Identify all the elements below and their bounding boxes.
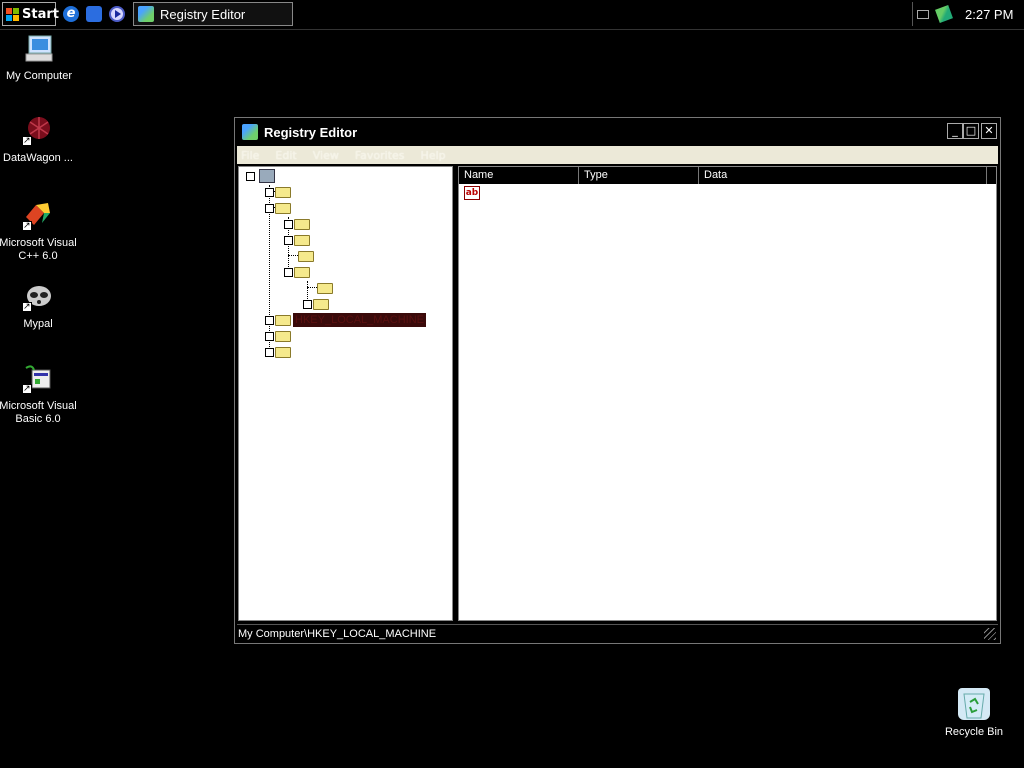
tree-node[interactable] (297, 249, 314, 263)
window-title: Registry Editor (264, 124, 358, 140)
desktop-icon-label: Recycle Bin (944, 726, 1004, 738)
desktop-icon-recycle-bin[interactable]: Recycle Bin (934, 688, 1014, 739)
tree-node[interactable] (265, 345, 291, 359)
folder-icon (294, 266, 310, 278)
menu-help[interactable]: Help (421, 149, 446, 162)
registry-editor-window: Registry Editor _ □ ✕ File Edit View Fav… (234, 117, 1001, 644)
desktop-icon-datawagon[interactable]: DataWagon ... (0, 114, 78, 165)
column-header-name[interactable]: Name (459, 167, 579, 184)
registry-tree-pane[interactable]: HKEY_LOCAL_MACHINE (238, 166, 453, 621)
keyboard-icon[interactable] (917, 9, 929, 19)
registry-editor-icon (242, 124, 258, 140)
desktop-icon-visual-basic[interactable]: Microsoft Visual Basic 6.0 (0, 362, 78, 426)
media-player-icon[interactable] (109, 6, 125, 22)
visual-cpp-icon (22, 199, 54, 232)
tree-node[interactable] (284, 265, 310, 279)
folder-icon (317, 282, 333, 294)
desktop-icon-label: Microsoft Visual Basic 6.0 (0, 400, 77, 425)
column-header-data[interactable]: Data (699, 167, 987, 184)
desktop-icon-label: My Computer (5, 70, 73, 82)
expander-icon[interactable] (284, 267, 293, 277)
maximize-button[interactable]: □ (963, 123, 979, 139)
internet-explorer-icon[interactable]: e (63, 6, 79, 22)
menu-favorites[interactable]: Favorites (355, 149, 405, 162)
menu-bar: File Edit View Favorites Help (237, 146, 998, 164)
column-header-type[interactable]: Type (579, 167, 699, 184)
clock[interactable]: 2:27 PM (965, 7, 1013, 22)
shortcut-arrow-icon (22, 382, 32, 395)
expander-icon[interactable] (265, 203, 274, 213)
windows-flag-icon (6, 7, 19, 21)
registry-values-pane[interactable]: Name Type Data ab (458, 166, 997, 621)
mypal-icon (22, 280, 54, 313)
folder-icon (294, 218, 310, 230)
menu-view[interactable]: View (313, 149, 339, 162)
shortcut-arrow-icon (22, 134, 32, 147)
expander-icon[interactable] (265, 347, 274, 357)
status-path: My Computer\HKEY_LOCAL_MACHINE (238, 628, 437, 640)
expander-icon[interactable] (265, 315, 274, 325)
resize-grip-icon[interactable] (984, 628, 996, 640)
my-computer-icon (23, 32, 55, 64)
start-label: Start (22, 6, 59, 22)
taskbar: Start e Registry Editor 2:27 PM (0, 0, 1024, 30)
folder-icon (313, 298, 329, 310)
list-header: Name Type Data (459, 167, 996, 184)
desktop-icon-my-computer[interactable]: My Computer (0, 32, 79, 83)
desktop-icon-label: Mypal (23, 318, 53, 330)
folder-icon (275, 186, 291, 198)
shortcut-arrow-icon (22, 300, 32, 313)
expander-icon[interactable] (246, 171, 255, 181)
folder-icon (275, 330, 291, 342)
folder-icon (275, 314, 291, 326)
tree-node[interactable] (265, 185, 291, 199)
registry-editor-icon (138, 6, 154, 22)
desktop-icon-visual-cpp[interactable]: Microsoft Visual C++ 6.0 (0, 199, 78, 263)
expander-icon[interactable] (284, 235, 293, 245)
menu-edit[interactable]: Edit (275, 149, 296, 162)
status-bar: My Computer\HKEY_LOCAL_MACHINE (237, 624, 998, 642)
tree-node[interactable] (265, 329, 291, 343)
network-icon[interactable] (935, 5, 953, 23)
tree-node[interactable] (303, 297, 329, 311)
expander-icon[interactable] (284, 219, 293, 229)
tree-node-my-computer[interactable] (246, 169, 275, 183)
expander-icon[interactable] (265, 187, 274, 197)
tree-node[interactable] (284, 233, 310, 247)
close-button[interactable]: ✕ (981, 123, 997, 139)
desktop-icon-mypal[interactable]: Mypal (0, 280, 78, 331)
list-item[interactable]: ab (464, 186, 480, 200)
shortcut-arrow-icon (22, 219, 32, 232)
tree-node-hkey-local-machine[interactable]: HKEY_LOCAL_MACHINE (265, 313, 426, 327)
string-value-icon: ab (464, 186, 480, 200)
expander-icon[interactable] (303, 299, 312, 309)
folder-icon (275, 346, 291, 358)
tree-node[interactable] (316, 281, 333, 295)
minimize-button[interactable]: _ (947, 123, 963, 139)
title-bar[interactable]: Registry Editor _ □ ✕ (236, 119, 999, 145)
folder-icon (275, 202, 291, 214)
system-tray: 2:27 PM (912, 2, 1022, 26)
recycle-bin-icon (958, 688, 990, 720)
tree-node[interactable] (284, 217, 310, 231)
folder-icon (298, 250, 314, 262)
computer-icon (259, 169, 275, 183)
taskbar-button-label: Registry Editor (160, 6, 246, 22)
tree-node[interactable] (265, 201, 291, 215)
visual-basic-icon (22, 362, 54, 395)
tree-node-label-selected[interactable]: HKEY_LOCAL_MACHINE (293, 313, 426, 327)
menu-file[interactable]: File (241, 149, 259, 162)
outlook-express-icon[interactable] (86, 6, 102, 22)
desktop-icon-label: Microsoft Visual C++ 6.0 (0, 237, 77, 262)
start-button[interactable]: Start (2, 2, 59, 26)
folder-icon (294, 234, 310, 246)
desktop-icon-label: DataWagon ... (3, 152, 73, 164)
taskbar-button-registry-editor[interactable]: Registry Editor (133, 2, 293, 26)
datawagon-icon (22, 114, 54, 147)
expander-icon[interactable] (265, 331, 274, 341)
